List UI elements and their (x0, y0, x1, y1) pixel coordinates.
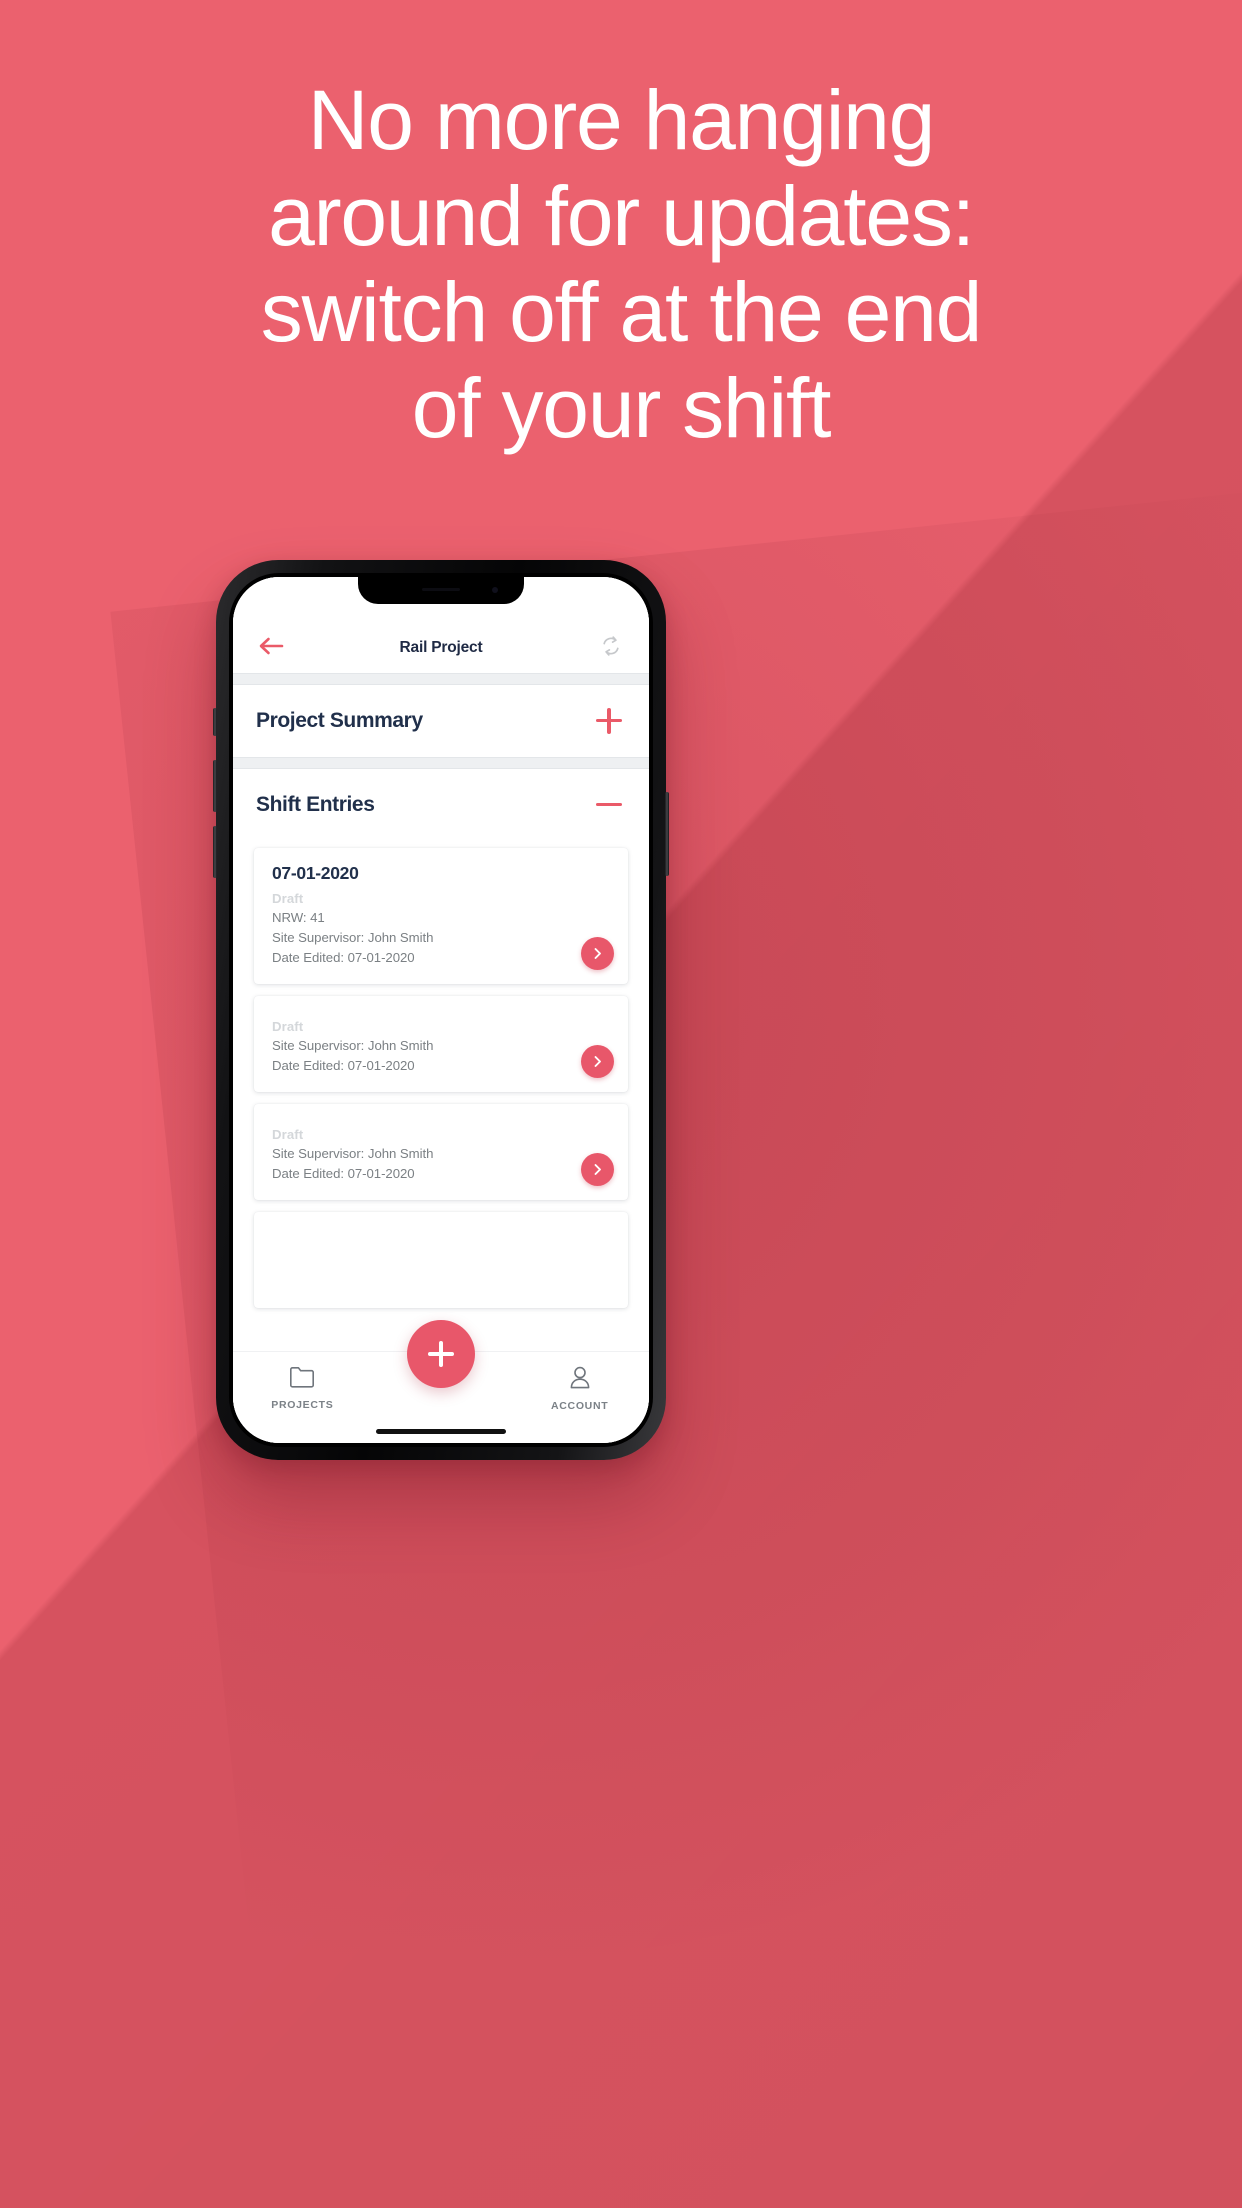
chevron-right-icon (591, 1055, 604, 1068)
phone-volume-up-button (213, 760, 217, 812)
shift-entry-supervisor: Site Supervisor: John Smith (272, 930, 434, 945)
shift-entry-card[interactable]: 07-01-2020 Draft NRW: 41 Site Supervisor… (254, 848, 628, 984)
shift-entry-card[interactable] (254, 1212, 628, 1308)
headline-line-4: of your shift (411, 361, 832, 455)
phone-mockup: Rail Project Project Summary Shift Entri… (213, 560, 669, 1460)
phone-volume-down-button (213, 826, 217, 878)
status-badge: Draft (272, 891, 304, 906)
shift-entry-date-edited: Date Edited: 07-01-2020 (272, 950, 415, 965)
accordion-title-shift-entries: Shift Entries (256, 793, 375, 816)
shift-entry-date-edited: Date Edited: 07-01-2020 (272, 1058, 415, 1073)
folder-icon (289, 1366, 315, 1393)
chevron-right-icon (591, 947, 604, 960)
headline-line-1: No more hanging (307, 73, 936, 167)
phone-mute-switch (213, 708, 217, 736)
shift-entry-card[interactable]: Draft Site Supervisor: John Smith Date E… (254, 996, 628, 1092)
earpiece-speaker-icon (422, 588, 460, 591)
phone-bezel: Rail Project Project Summary Shift Entri… (229, 573, 653, 1447)
status-badge: Draft (272, 1127, 304, 1142)
tab-account-label: ACCOUNT (550, 1400, 609, 1412)
person-icon (568, 1366, 592, 1394)
headline-line-3: switch off at the end (260, 265, 983, 359)
add-shift-entry-fab[interactable] (407, 1320, 475, 1388)
phone-power-button (665, 792, 669, 876)
page-title: Rail Project (399, 639, 483, 656)
open-shift-entry-button[interactable] (581, 937, 614, 970)
refresh-button[interactable] (592, 629, 630, 667)
promo-headline: No more hanging around for updates: swit… (0, 72, 1242, 456)
shift-entry-date-edited: Date Edited: 07-01-2020 (272, 1166, 415, 1181)
chevron-right-icon (591, 1163, 604, 1176)
arrow-left-icon (258, 636, 284, 661)
home-indicator (376, 1429, 506, 1434)
expand-project-summary-button[interactable] (592, 708, 626, 734)
open-shift-entry-button[interactable] (581, 1045, 614, 1078)
headline-line-2: around for updates: (268, 169, 975, 263)
section-divider-middle (233, 757, 649, 769)
accordion-project-summary[interactable]: Project Summary (233, 685, 649, 757)
open-shift-entry-button[interactable] (581, 1153, 614, 1186)
refresh-icon (599, 634, 623, 663)
accordion-shift-entries[interactable]: Shift Entries (233, 769, 649, 841)
plus-icon (596, 708, 622, 734)
shift-entry-supervisor: Site Supervisor: John Smith (272, 1038, 434, 1053)
shift-entries-list: 07-01-2020 Draft NRW: 41 Site Supervisor… (233, 841, 649, 1308)
minus-icon (596, 792, 622, 818)
accordion-title-project-summary: Project Summary (256, 709, 423, 732)
tab-projects-label: PROJECTS (271, 1399, 334, 1411)
phone-notch (358, 577, 524, 604)
back-button[interactable] (252, 629, 290, 667)
status-badge: Draft (272, 1019, 304, 1034)
shift-entry-date: 07-01-2020 (272, 863, 359, 883)
tab-projects[interactable]: PROJECTS (233, 1366, 372, 1411)
content-scroll-area[interactable]: Project Summary Shift Entries 07-01-2020… (233, 673, 649, 1351)
collapse-shift-entries-button[interactable] (592, 792, 626, 818)
front-camera-icon (492, 587, 498, 593)
phone-screen: Rail Project Project Summary Shift Entri… (233, 577, 649, 1443)
shift-entry-supervisor: Site Supervisor: John Smith (272, 1146, 434, 1161)
shift-entry-nrw: NRW: 41 (272, 910, 325, 925)
app-root: Rail Project Project Summary Shift Entri… (233, 577, 649, 1443)
tab-account[interactable]: ACCOUNT (510, 1366, 649, 1412)
shift-entry-card[interactable]: Draft Site Supervisor: John Smith Date E… (254, 1104, 628, 1200)
section-divider-top (233, 673, 649, 685)
